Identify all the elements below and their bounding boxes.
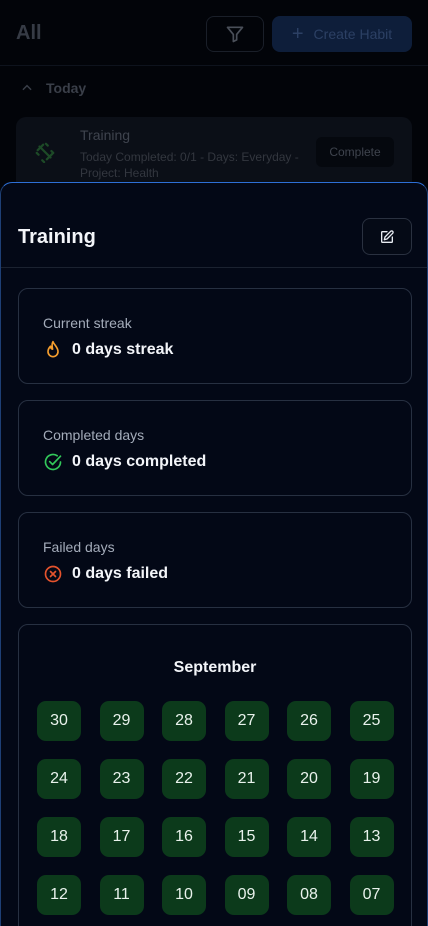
calendar-month: September <box>173 659 257 676</box>
complete-button[interactable]: Complete <box>316 137 394 167</box>
calendar-card: September 30 29 28 27 26 25 24 23 22 21 20 19 18 17 16… <box>18 624 412 926</box>
habit-project: Project: Health <box>80 166 159 180</box>
calendar-day[interactable]: 20 <box>287 759 331 799</box>
calendar-day[interactable]: 22 <box>162 759 206 799</box>
check-circle-icon <box>44 453 62 471</box>
calendar-day[interactable]: 08 <box>287 875 331 915</box>
completed-card: Completed days 0 days completed <box>18 400 412 496</box>
habit-detail-sheet: Training Current streak 0 days streak Co… <box>0 182 428 926</box>
edit-button[interactable] <box>362 218 412 255</box>
calendar-day[interactable]: 30 <box>37 701 81 741</box>
calendar-day[interactable]: 07 <box>349 875 394 915</box>
create-habit-label: Create Habit <box>313 26 393 42</box>
habit-meta: Today Completed: 0/1 - Days: Everyday - … <box>80 149 320 181</box>
dumbbell-icon <box>35 142 55 163</box>
create-habit-button[interactable]: + Create Habit <box>272 16 412 52</box>
calendar-day[interactable]: 10 <box>162 875 206 915</box>
calendar-day[interactable]: 28 <box>162 701 206 741</box>
sheet-header: Training <box>1 183 427 268</box>
filter-button[interactable] <box>206 16 264 52</box>
calendar-day[interactable]: 24 <box>37 759 81 799</box>
flame-icon <box>47 340 59 358</box>
calendar-day[interactable]: 27 <box>224 701 269 741</box>
filter-icon <box>226 26 244 43</box>
calendar-grid: 30 29 28 27 26 25 24 23 22 21 20 19 18 17 16 15 14 13 12 11… <box>37 701 394 915</box>
calendar-day[interactable]: 14 <box>287 817 331 857</box>
calendar-day[interactable]: 13 <box>349 817 394 857</box>
stat-value: 0 days failed <box>72 565 169 582</box>
stat-label: Failed days <box>43 539 115 555</box>
calendar-day[interactable]: 17 <box>99 817 144 857</box>
calendar-day[interactable]: 18 <box>37 817 81 857</box>
calendar-day[interactable]: 21 <box>224 759 269 799</box>
failed-card: Failed days 0 days failed <box>18 512 412 608</box>
habit-meta-line: Today Completed: 0/1 - Days: Everyday - <box>80 150 299 164</box>
stat-value: 0 days streak <box>72 341 174 358</box>
stat-label: Current streak <box>43 315 132 331</box>
sheet-title: Training <box>18 226 96 248</box>
stat-value: 0 days completed <box>72 453 207 470</box>
section-toggle-today[interactable]: Today <box>20 80 86 96</box>
stat-label: Completed days <box>43 427 145 443</box>
edit-icon <box>381 229 394 243</box>
calendar-day[interactable]: 15 <box>224 817 269 857</box>
calendar-day[interactable]: 11 <box>99 875 144 915</box>
calendar-day[interactable]: 23 <box>99 759 144 799</box>
stat-row: 0 days completed <box>43 452 206 472</box>
stat-row: 0 days failed <box>43 564 168 584</box>
x-circle-icon <box>44 565 62 583</box>
calendar-day[interactable]: 25 <box>349 701 394 741</box>
calendar-day[interactable]: 29 <box>99 701 144 741</box>
calendar-day[interactable]: 12 <box>37 875 81 915</box>
calendar-day[interactable]: 09 <box>224 875 269 915</box>
streak-card: Current streak 0 days streak <box>18 288 412 384</box>
habit-name: Training <box>80 127 131 143</box>
section-label: Today <box>46 80 87 96</box>
chevron-up-icon <box>22 84 32 91</box>
stat-row: 0 days streak <box>43 340 173 360</box>
calendar-day[interactable]: 19 <box>349 759 394 799</box>
app-header: All + Create Habit <box>0 0 428 66</box>
page-title: All <box>16 22 42 44</box>
calendar-day[interactable]: 16 <box>162 817 206 857</box>
calendar-day[interactable]: 26 <box>287 701 331 741</box>
plus-icon: + <box>291 23 304 45</box>
